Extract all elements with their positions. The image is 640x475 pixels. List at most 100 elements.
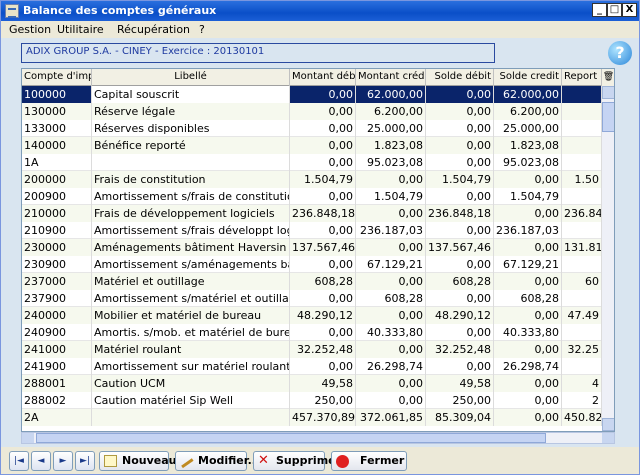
- cell-solde-credit: 95.023,08: [494, 154, 562, 171]
- menu-help[interactable]: ?: [199, 23, 205, 36]
- cell-solde-credit: 0,00: [494, 409, 562, 426]
- next-record-button[interactable]: ►: [53, 451, 73, 471]
- cell-montant-credit: 608,28: [356, 290, 426, 307]
- table-row[interactable]: 240000 Mobilier et matériel de bureau 48.2…: [22, 307, 602, 324]
- scroll-down-arrow-icon[interactable]: [602, 418, 614, 431]
- cell-montant-debit: 0,00: [290, 188, 356, 205]
- cell-report: 450.82: [562, 409, 602, 426]
- col-montant-credit[interactable]: Montant crédit: [356, 69, 426, 86]
- menu-gestion[interactable]: Gestion: [9, 23, 51, 36]
- cell-montant-credit: 67.129,21: [356, 256, 426, 273]
- last-record-button[interactable]: ►|: [75, 451, 95, 471]
- table-row[interactable]: 210000 Frais de développement logiciels 23…: [22, 205, 602, 222]
- cell-solde-credit: 0,00: [494, 171, 562, 188]
- table-row[interactable]: 240900 Amortis. s/mob. et matériel de bur…: [22, 324, 602, 341]
- cell-report: [562, 86, 602, 103]
- table-row[interactable]: 288001 Caution UCM 49,58 0,00 49,58 0,00 4: [22, 375, 602, 392]
- cell-report: 60: [562, 273, 602, 290]
- table-row[interactable]: 1A 0,00 95.023,08 0,00 95.023,08: [22, 154, 602, 171]
- horizontal-scroll-thumb[interactable]: [36, 433, 546, 443]
- cell-montant-debit: 0,00: [290, 154, 356, 171]
- table-row[interactable]: 210900 Amortissement s/frais développt lo…: [22, 222, 602, 239]
- menu-utilitaire[interactable]: Utilitaire: [57, 23, 104, 36]
- trash-icon[interactable]: 🗑: [602, 69, 614, 86]
- vertical-scrollbar[interactable]: [602, 86, 614, 431]
- table-row[interactable]: 241900 Amortissement sur matériel roulant…: [22, 358, 602, 375]
- minimize-button[interactable]: _: [592, 3, 607, 17]
- new-button[interactable]: Nouveau...: [99, 451, 189, 471]
- cell-libelle: Capital souscrit: [92, 86, 290, 103]
- cell-montant-debit: 236.848,18: [290, 205, 356, 222]
- cell-report: 4: [562, 375, 602, 392]
- horizontal-scrollbar[interactable]: [21, 432, 615, 444]
- cell-libelle: Aménagements bâtiment Haversin: [92, 239, 290, 256]
- cell-montant-credit: 25.000,00: [356, 120, 426, 137]
- cell-solde-debit: 236.848,18: [426, 205, 494, 222]
- table-row[interactable]: 230900Amortissement s/aménagements bâtim…: [22, 256, 602, 273]
- cell-solde-credit: 0,00: [494, 307, 562, 324]
- cell-report: [562, 137, 602, 154]
- close-window-button[interactable]: Fermer: [331, 451, 407, 471]
- help-icon[interactable]: ?: [608, 41, 632, 65]
- cell-solde-debit: 0,00: [426, 137, 494, 154]
- previous-record-button[interactable]: ◄: [31, 451, 51, 471]
- col-compte[interactable]: Compte d'imput: [22, 69, 92, 86]
- cell-montant-credit: 62.000,00: [356, 86, 426, 103]
- maximize-button[interactable]: □: [607, 3, 622, 17]
- col-solde-debit[interactable]: Solde débit: [426, 69, 494, 86]
- table-row[interactable]: 130000 Réserve légale 0,00 6.200,00 0,00 6.20…: [22, 103, 602, 120]
- cell-solde-credit: 62.000,00: [494, 86, 562, 103]
- cell-libelle: Frais de constitution: [92, 171, 290, 188]
- menu-recuperation[interactable]: Récupération: [117, 23, 190, 36]
- table-row[interactable]: 237900 Amortissement s/matériel et outill…: [22, 290, 602, 307]
- table-row[interactable]: 288002 Caution matériel Sip Well 250,00 0,0…: [22, 392, 602, 409]
- cell-report: 47.49: [562, 307, 602, 324]
- table-row[interactable]: 100000 Capital souscrit 0,00 62.000,00 0,00 6…: [22, 86, 602, 103]
- table-row[interactable]: 200900 Amortissement s/frais de constitut…: [22, 188, 602, 205]
- col-montant-debit[interactable]: Montant débit: [290, 69, 356, 86]
- first-record-button[interactable]: |◄: [9, 451, 29, 471]
- cell-montant-debit: 0,00: [290, 103, 356, 120]
- app-grid-icon: [5, 4, 19, 18]
- cell-montant-credit: 0,00: [356, 205, 426, 222]
- cell-solde-debit: 250,00: [426, 392, 494, 409]
- cell-montant-debit: 137.567,46: [290, 239, 356, 256]
- table-row[interactable]: 2A 457.370,89 372.061,85 85.309,04 0,00 450.8…: [22, 409, 602, 426]
- menu-bar: Gestion Utilitaire Récupération ?: [1, 21, 639, 38]
- cell-solde-credit: 0,00: [494, 205, 562, 222]
- cell-libelle: Amortissement s/frais développt logiciel…: [92, 222, 290, 239]
- cell-compte: 230000: [22, 239, 92, 256]
- cell-libelle: Amortis. s/mob. et matériel de bureau: [94, 324, 290, 341]
- cell-libelle: Amortissement sur matériel roulant: [94, 358, 290, 375]
- scroll-up-arrow-icon[interactable]: [602, 86, 614, 99]
- close-button[interactable]: X: [622, 3, 637, 17]
- table-row[interactable]: 241000 Matériel roulant 32.252,48 0,00 32.25…: [22, 341, 602, 358]
- col-solde-credit[interactable]: Solde credit: [494, 69, 562, 86]
- cell-montant-credit: 0,00: [356, 273, 426, 290]
- cell-compte: 288002: [22, 392, 92, 409]
- cell-report: 32.25: [562, 341, 602, 358]
- vertical-scroll-thumb[interactable]: [602, 102, 614, 132]
- col-libelle[interactable]: Libellé: [92, 69, 290, 86]
- table-row[interactable]: 230000 Aménagements bâtiment Haversin 137.…: [22, 239, 602, 256]
- table-row[interactable]: 200000 Frais de constitution 1.504,79 0,00 1…: [22, 171, 602, 188]
- col-report[interactable]: Report d: [562, 69, 602, 86]
- cell-solde-credit: 40.333,80: [494, 324, 562, 341]
- cell-montant-debit: 457.370,89: [290, 409, 356, 426]
- table-row[interactable]: 133000 Réserves disponibles 0,00 25.000,00 0…: [22, 120, 602, 137]
- cell-compte: 200900: [22, 188, 92, 205]
- cell-solde-credit: 236.187,03: [494, 222, 562, 239]
- table-row[interactable]: 140000 Bénéfice reporté 0,00 1.823,08 0,00 1.…: [22, 137, 602, 154]
- delete-button[interactable]: ✕ Supprimer: [253, 451, 341, 471]
- cell-montant-debit: 1.504,79: [290, 171, 356, 188]
- company-info: ADIX GROUP S.A. - CINEY - Exercice : 201…: [21, 43, 495, 63]
- cell-libelle: Réserve légale: [92, 103, 290, 120]
- cell-libelle: Matériel et outillage: [92, 273, 290, 290]
- cell-libelle: Amortissement s/frais de constitution: [94, 188, 290, 205]
- cell-report: [562, 103, 602, 120]
- table-row[interactable]: 237000 Matériel et outillage 608,28 0,00 608…: [22, 273, 602, 290]
- edit-button[interactable]: Modifier...: [175, 451, 260, 471]
- cell-report: [562, 120, 602, 137]
- scroll-left-arrow-icon[interactable]: [22, 433, 34, 443]
- scroll-right-arrow-icon[interactable]: [602, 433, 614, 443]
